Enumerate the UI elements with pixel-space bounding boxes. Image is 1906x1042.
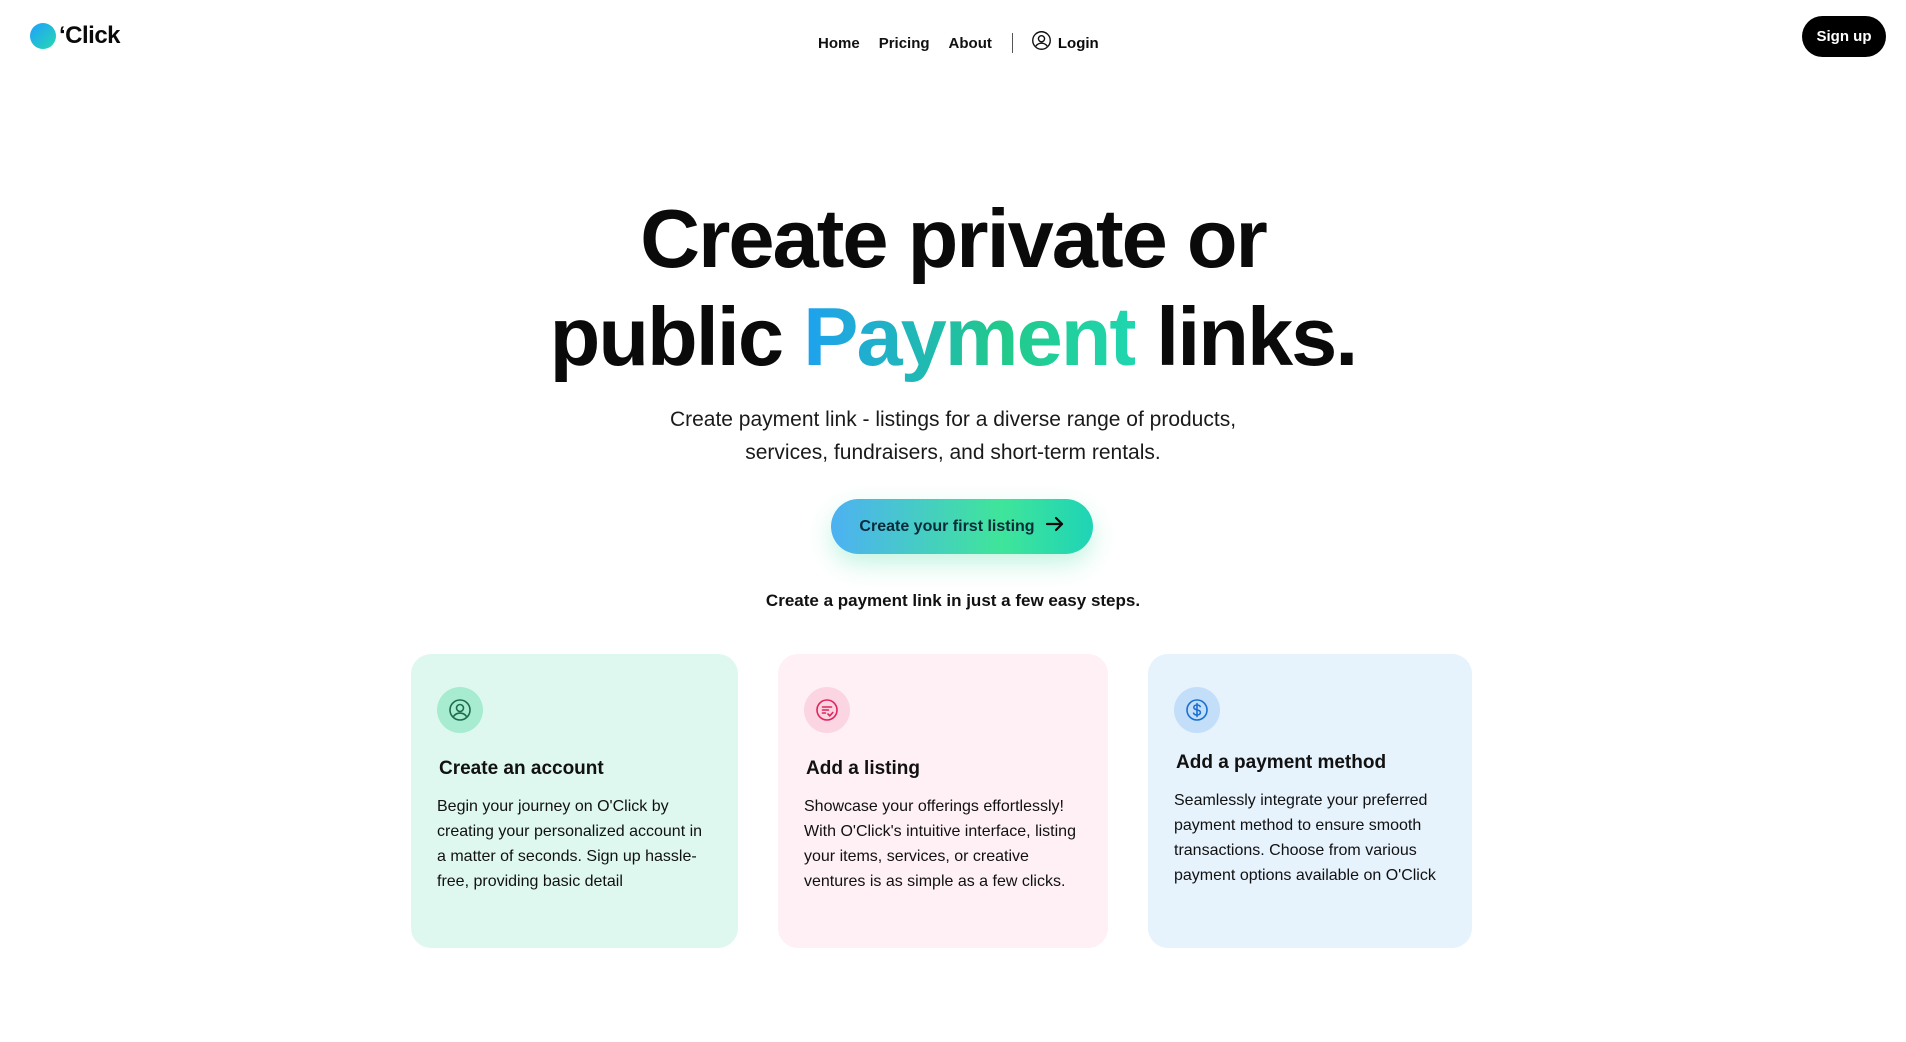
- create-listing-button[interactable]: Create your first listing: [831, 499, 1093, 554]
- steps-caption: Create a payment link in just a few easy…: [765, 591, 1141, 610]
- nav-about-link[interactable]: About: [949, 35, 992, 52]
- user-circle-icon: [1031, 30, 1052, 56]
- user-circle-icon: [437, 687, 483, 733]
- hero-subtitle-line2: services, fundraisers, and short-term re…: [745, 441, 1161, 464]
- hero-subtitle: Create payment link - listings for a div…: [0, 403, 1906, 469]
- logo-mark-icon: [30, 23, 56, 49]
- card-title: Create an account: [439, 758, 604, 779]
- nav-home-link[interactable]: Home: [818, 35, 860, 52]
- hero-title-line1: Create private or: [640, 192, 1268, 285]
- hero-title-line2-post: links.: [1156, 290, 1358, 383]
- step-card-add-payment-method: Add a payment method Seamlessly integrat…: [1148, 654, 1472, 948]
- hero-subtitle-line1: Create payment link - listings for a div…: [669, 408, 1237, 431]
- signup-button[interactable]: Sign up: [1802, 16, 1886, 57]
- step-card-add-listing: Add a listing Showcase your offerings ef…: [778, 654, 1108, 948]
- card-body: Showcase your offerings effortlessly! Wi…: [804, 798, 1076, 890]
- card-title: Add a payment method: [1176, 752, 1387, 773]
- hero-title: Create private or public Payment links.: [0, 190, 1906, 386]
- login-label: Login: [1057, 34, 1099, 52]
- hero-title-highlight: Payment: [803, 290, 1137, 383]
- card-body: Seamlessly integrate your preferred paym…: [1174, 792, 1436, 884]
- main-nav: Home Pricing About Login: [818, 30, 1099, 56]
- logo[interactable]: ‘Click: [30, 22, 121, 50]
- step-card-create-account: Create an account Begin your journey on …: [411, 654, 738, 948]
- create-listing-label: Create your first listing: [859, 517, 1035, 535]
- arrow-right-icon: [1045, 516, 1065, 537]
- hero-title-line2-pre: public: [549, 290, 784, 383]
- listing-check-icon: [804, 687, 850, 733]
- dollar-circle-icon: [1174, 687, 1220, 733]
- nav-divider: [1011, 33, 1013, 53]
- card-body: Begin your journey on O'Click by creatin…: [437, 798, 703, 890]
- logo-text: ‘Click: [59, 22, 121, 49]
- nav-pricing-link[interactable]: Pricing: [879, 35, 930, 52]
- login-link[interactable]: Login: [1031, 30, 1099, 56]
- page: ‘Click Home Pricing About Login Sign up …: [0, 0, 1906, 1042]
- card-title: Add a listing: [806, 758, 920, 779]
